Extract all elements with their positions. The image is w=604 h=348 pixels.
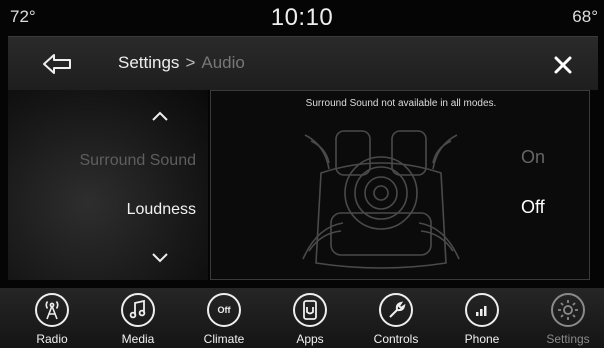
nav-climate[interactable]: Off Climate xyxy=(184,291,264,347)
breadcrumb-separator: > xyxy=(185,53,196,72)
phone-signal-icon xyxy=(465,293,499,327)
nav-apps[interactable]: Apps xyxy=(270,291,350,347)
nav-phone[interactable]: Phone xyxy=(442,291,522,347)
scroll-down-button[interactable] xyxy=(148,250,172,266)
back-button[interactable] xyxy=(38,49,78,79)
infotainment-screen: 72° 10:10 68° Settings > Audio Surround So… xyxy=(0,0,604,348)
nav-label-settings: Settings xyxy=(546,332,590,346)
option-off[interactable]: Off xyxy=(521,197,545,218)
clock: 10:10 xyxy=(270,4,334,31)
climate-off-text: Off xyxy=(217,305,231,315)
bottom-nav: Radio Media Off Climate Apps Controls Ph… xyxy=(0,288,604,348)
nav-label-radio: Radio xyxy=(36,332,68,346)
back-arrow-icon xyxy=(43,54,71,74)
nav-controls[interactable]: Controls xyxy=(356,291,436,347)
breadcrumb-settings[interactable]: Settings xyxy=(118,53,179,72)
close-icon xyxy=(554,56,572,74)
radio-antenna-icon xyxy=(35,293,69,327)
option-on[interactable]: On xyxy=(521,147,545,168)
status-bar: 72° 10:10 68° xyxy=(0,0,604,36)
wrench-icon xyxy=(379,293,413,327)
nav-label-apps: Apps xyxy=(296,332,324,346)
gear-icon xyxy=(551,293,585,327)
menu-item-surround-sound[interactable]: Surround Sound xyxy=(79,152,196,170)
surround-note: Surround Sound not available in all mode… xyxy=(305,98,497,109)
nav-label-phone: Phone xyxy=(464,332,500,346)
scroll-up-button[interactable] xyxy=(148,108,172,124)
surround-sound-illustration xyxy=(302,130,460,269)
nav-label-controls: Controls xyxy=(373,332,419,346)
nav-media[interactable]: Media xyxy=(98,291,178,347)
nav-label-media: Media xyxy=(121,332,155,346)
nav-settings[interactable]: Settings xyxy=(528,291,604,347)
climate-off-icon: Off xyxy=(207,293,241,327)
chevron-up-icon xyxy=(152,111,168,121)
chevron-down-icon xyxy=(152,253,168,263)
close-button[interactable] xyxy=(546,49,580,81)
breadcrumb-audio: Audio xyxy=(201,53,245,72)
passenger-temperature[interactable]: 68° xyxy=(572,7,598,27)
music-note-icon xyxy=(121,293,155,327)
settings-menu xyxy=(8,90,208,280)
option-panel: Surround Sound not available in all mode… xyxy=(210,90,590,280)
nav-label-climate: Climate xyxy=(203,332,245,346)
nav-radio[interactable]: Radio xyxy=(12,291,92,347)
apps-icon xyxy=(293,293,327,327)
menu-item-loudness[interactable]: Loudness xyxy=(127,201,196,219)
header-bar: Settings > Audio xyxy=(8,36,598,90)
breadcrumb: Settings > Audio xyxy=(118,53,245,73)
